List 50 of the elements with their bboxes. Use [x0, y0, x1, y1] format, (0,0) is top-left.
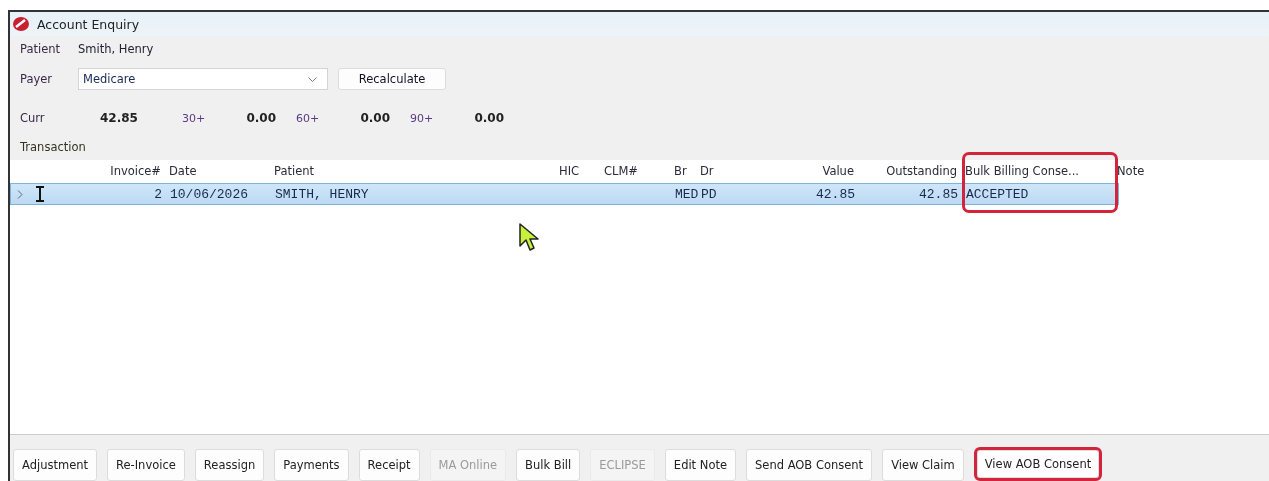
column-header: Note [1116, 164, 1146, 178]
section-label: Transaction [19, 140, 87, 156]
action-button[interactable]: Re-Invoice [107, 449, 185, 481]
action-button[interactable]: Bulk Bill [516, 449, 581, 481]
action-button[interactable]: View Claim [882, 449, 964, 481]
row-expander-icon[interactable] [17, 189, 23, 199]
aging-label: 90+ [410, 111, 435, 125]
column-header: Bulk Billing Conse... [964, 164, 1080, 178]
payer-dropdown[interactable]: Medicare [78, 68, 328, 90]
aging-label: 30+ [182, 111, 207, 125]
column-header: HIC [558, 164, 581, 178]
field-label: Payer [20, 72, 54, 86]
chevron-down-icon [308, 76, 317, 82]
table-cell-text: 42.85 [815, 186, 856, 202]
action-button[interactable]: Adjustment [13, 449, 98, 481]
aging-label: 60+ [296, 111, 321, 125]
column-header: Invoice# [109, 164, 162, 178]
column-header: Patient [273, 164, 316, 178]
action-button[interactable]: Reassign [194, 449, 265, 481]
column-header: CLM# [603, 164, 639, 178]
aging-label: Curr [20, 111, 46, 125]
mouse-pointer-icon [518, 222, 542, 252]
table-cell-text: 2 [153, 186, 163, 202]
app-logo-icon [13, 17, 29, 31]
column-header: Date [168, 164, 198, 178]
text-cursor-icon [35, 186, 45, 202]
table-cell-text: ACCEPTED [965, 186, 1030, 202]
table-cell-text: 42.85 [918, 186, 959, 202]
column-header: Br [673, 164, 688, 178]
table-cell-text: SMITH, HENRY [274, 186, 370, 202]
action-button[interactable]: Receipt [358, 449, 420, 481]
patient-name: Smith, Henry [78, 42, 154, 56]
aging-amount: 42.85 [99, 111, 139, 125]
field-label: Patient [20, 42, 62, 56]
aging-amount: 0.00 [473, 111, 504, 125]
action-button[interactable]: Payments [274, 449, 349, 481]
action-button[interactable]: Send AOB Consent [746, 449, 873, 481]
action-button[interactable]: Edit Note [664, 449, 736, 481]
aging-amount: 0.00 [245, 111, 276, 125]
table-row[interactable]: 2 10/06/2026 SMITH, HENRY MED PD 42.85 42.85 ACCEPTED [10, 183, 1119, 205]
column-header: Dr [699, 164, 715, 178]
aging-amount: 0.00 [359, 111, 390, 125]
window-title: Account Enquiry [37, 16, 140, 32]
action-button[interactable]: View AOB Consent [973, 447, 1103, 481]
table-cell-text: PD [700, 186, 718, 202]
table-cell-text: MED [674, 186, 699, 202]
column-header: Outstanding [885, 164, 958, 178]
column-header: Value [821, 164, 855, 178]
table-cell-text: 10/06/2026 [169, 186, 249, 202]
recalculate-button[interactable]: Recalculate [338, 68, 446, 90]
